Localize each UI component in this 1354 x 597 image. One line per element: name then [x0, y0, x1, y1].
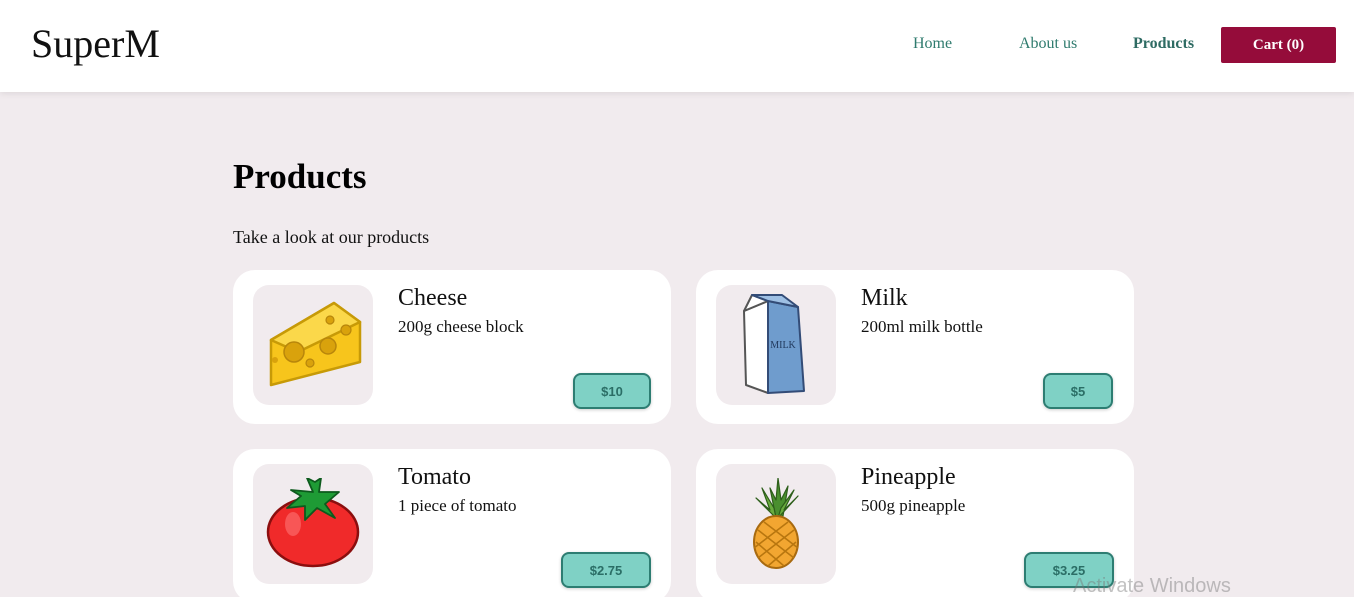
cart-button[interactable]: Cart (0) [1221, 27, 1336, 63]
product-image-container[interactable] [716, 464, 836, 584]
product-image-container[interactable] [253, 464, 373, 584]
product-image-container[interactable] [253, 285, 373, 405]
cheese-icon [269, 301, 362, 387]
nav-link-products[interactable]: Products [1133, 35, 1194, 53]
activate-windows-watermark: Activate Windows [1073, 575, 1231, 597]
product-card-milk: MILK Milk 200ml milk bottle $5 [696, 270, 1134, 424]
product-card-pineapple: Pineapple 500g pineapple $3.25 [696, 449, 1134, 597]
milk-icon: MILK [743, 294, 805, 394]
product-name: Milk [861, 285, 908, 311]
product-card-cheese: Cheese 200g cheese block $10 [233, 270, 671, 424]
product-description: 1 piece of tomato [398, 496, 517, 515]
product-card-tomato: Tomato 1 piece of tomato $2.75 [233, 449, 671, 597]
page-title: Products [233, 157, 367, 196]
milk-label: MILK [770, 340, 796, 351]
nav-link-about-us[interactable]: About us [1019, 35, 1077, 53]
brand-logo[interactable]: SuperM [31, 20, 160, 67]
tomato-icon [266, 478, 360, 568]
add-to-cart-button[interactable]: $10 [573, 373, 651, 409]
navbar: SuperM Home About us Products Cart (0) [0, 0, 1354, 92]
product-description: 200ml milk bottle [861, 317, 983, 336]
product-name: Pineapple [861, 464, 956, 490]
add-to-cart-button[interactable]: $2.75 [561, 552, 651, 588]
product-name: Cheese [398, 285, 468, 311]
product-description: 200g cheese block [398, 317, 524, 336]
add-to-cart-button[interactable]: $5 [1043, 373, 1113, 409]
product-image-container[interactable]: MILK [716, 285, 836, 405]
page-subtitle: Take a look at our products [233, 227, 430, 247]
nav-link-home[interactable]: Home [913, 35, 952, 53]
product-description: 500g pineapple [861, 496, 966, 515]
pineapple-icon [753, 478, 799, 569]
product-name: Tomato [398, 464, 471, 490]
